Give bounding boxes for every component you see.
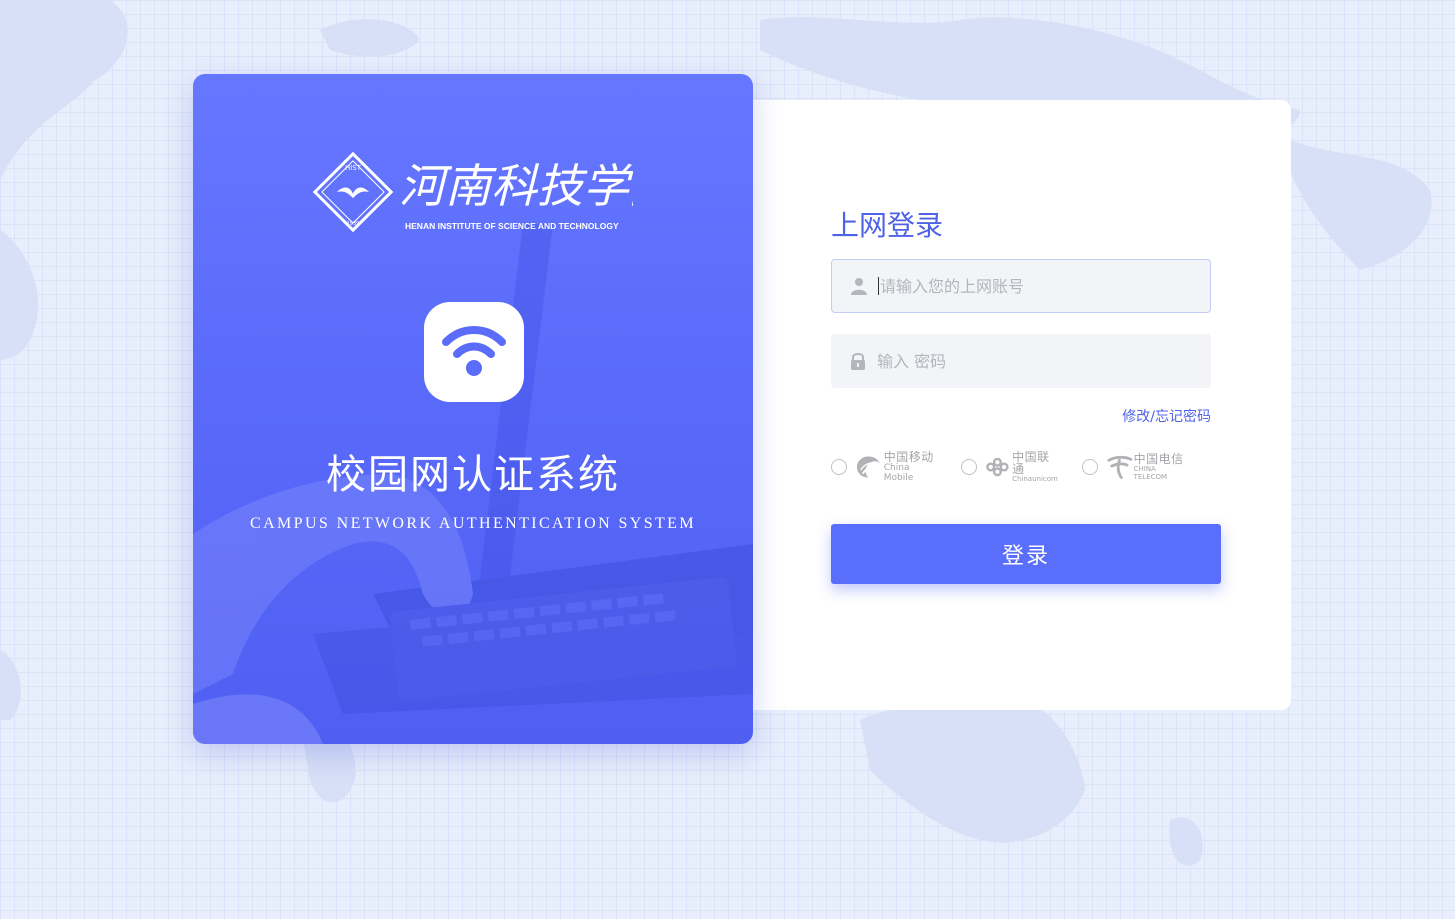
login-title: 上网登录 xyxy=(831,209,944,242)
password-field[interactable] xyxy=(831,334,1211,388)
carrier-radio[interactable] xyxy=(831,459,847,475)
user-icon xyxy=(851,278,867,295)
university-logo: HIST 1939 河南科技学院 HENAN INSTITUTE OF SCIE… xyxy=(312,148,681,240)
system-subtitle: CAMPUS NETWORK AUTHENTICATION SYSTEM xyxy=(250,515,696,532)
university-seal-icon: HIST 1939 河南科技学院 HENAN INSTITUTE OF SCIE… xyxy=(312,151,681,233)
login-button[interactable]: 登录 xyxy=(831,524,1221,584)
system-title: 校园网认证系统 xyxy=(326,452,620,498)
carrier-option-china-telecom[interactable]: 中国电信 CHINA TELECOM xyxy=(1081,453,1189,481)
svg-text:HENAN INSTITUTE OF SCIENCE AND: HENAN INSTITUTE OF SCIENCE AND TECHNOLOG… xyxy=(405,221,619,231)
login-card: 上网登录 修改/忘记密码 中国移动 xyxy=(735,100,1291,710)
wifi-icon xyxy=(442,326,506,376)
svg-text:1939: 1939 xyxy=(347,221,360,227)
forgot-password-link[interactable]: 修改/忘记密码 xyxy=(1122,406,1211,426)
china-unicom-logo: 中国联通 Chinaunicom xyxy=(985,451,1060,483)
lock-icon xyxy=(851,353,865,370)
svg-text:河南科技学院: 河南科技学院 xyxy=(399,159,633,213)
campus-hero-panel: HIST 1939 河南科技学院 HENAN INSTITUTE OF SCIE… xyxy=(193,74,753,744)
carrier-option-china-unicom[interactable]: 中国联通 Chinaunicom xyxy=(961,451,1060,483)
carrier-selector: 中国移动 China Mobile 中国联通 Chinaunicom 中国电信 … xyxy=(831,451,1211,483)
account-field[interactable] xyxy=(831,259,1211,313)
text-caret xyxy=(878,277,879,295)
account-input[interactable] xyxy=(880,260,1180,312)
china-telecom-logo: 中国电信 CHINA TELECOM xyxy=(1106,453,1189,481)
china-unicom-icon xyxy=(986,457,1009,477)
wifi-app-icon xyxy=(424,302,524,402)
china-mobile-icon xyxy=(856,456,880,478)
carrier-radio[interactable] xyxy=(1081,459,1098,475)
carrier-option-china-mobile[interactable]: 中国移动 China Mobile xyxy=(831,451,939,483)
china-telecom-icon xyxy=(1107,455,1133,479)
carrier-radio[interactable] xyxy=(961,459,978,475)
password-input[interactable] xyxy=(877,334,1177,388)
svg-text:HIST: HIST xyxy=(345,164,362,172)
china-mobile-logo: 中国移动 China Mobile xyxy=(855,451,939,483)
